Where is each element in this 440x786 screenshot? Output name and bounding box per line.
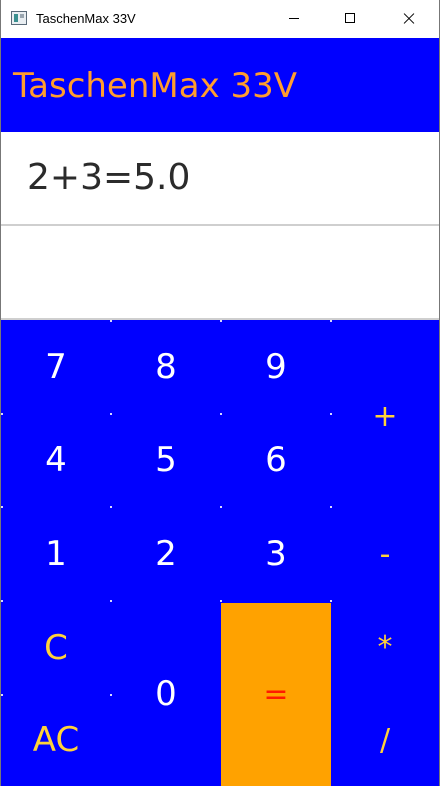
window-title: TaschenMax 33V — [36, 11, 136, 26]
multiply-button[interactable]: * — [331, 601, 439, 694]
key-4[interactable]: 4 — [1, 413, 111, 507]
keypad: 7 8 9 4 5 6 1 2 3 C AC 0 = + - * / — [1, 320, 439, 786]
equals-button[interactable]: = — [221, 603, 331, 786]
maximize-icon[interactable] — [327, 0, 373, 38]
clear-button[interactable]: C — [1, 601, 111, 694]
app-header: TaschenMax 33V — [1, 38, 439, 132]
all-clear-button[interactable]: AC — [1, 694, 111, 786]
minus-button[interactable]: - — [331, 507, 439, 601]
app-window: TaschenMax 33V TaschenMax 33V 2+3=5.0 7 — [0, 0, 440, 786]
result-display — [1, 228, 439, 320]
key-0[interactable]: 0 — [111, 601, 221, 786]
key-7[interactable]: 7 — [1, 320, 111, 413]
key-5[interactable]: 5 — [111, 413, 221, 507]
key-2[interactable]: 2 — [111, 507, 221, 601]
app-icon — [11, 11, 27, 25]
title-bar: TaschenMax 33V — [1, 0, 439, 38]
app-title: TaschenMax 33V — [13, 66, 298, 106]
key-9[interactable]: 9 — [221, 320, 331, 413]
key-3[interactable]: 3 — [221, 507, 331, 601]
divide-button[interactable]: / — [331, 694, 439, 786]
close-icon[interactable] — [385, 0, 431, 38]
minimize-icon[interactable] — [271, 0, 317, 38]
key-8[interactable]: 8 — [111, 320, 221, 413]
expression-display: 2+3=5.0 — [1, 132, 439, 226]
expression-text: 2+3=5.0 — [27, 157, 191, 198]
plus-button[interactable]: + — [331, 370, 439, 463]
key-1[interactable]: 1 — [1, 507, 111, 601]
key-6[interactable]: 6 — [221, 413, 331, 507]
